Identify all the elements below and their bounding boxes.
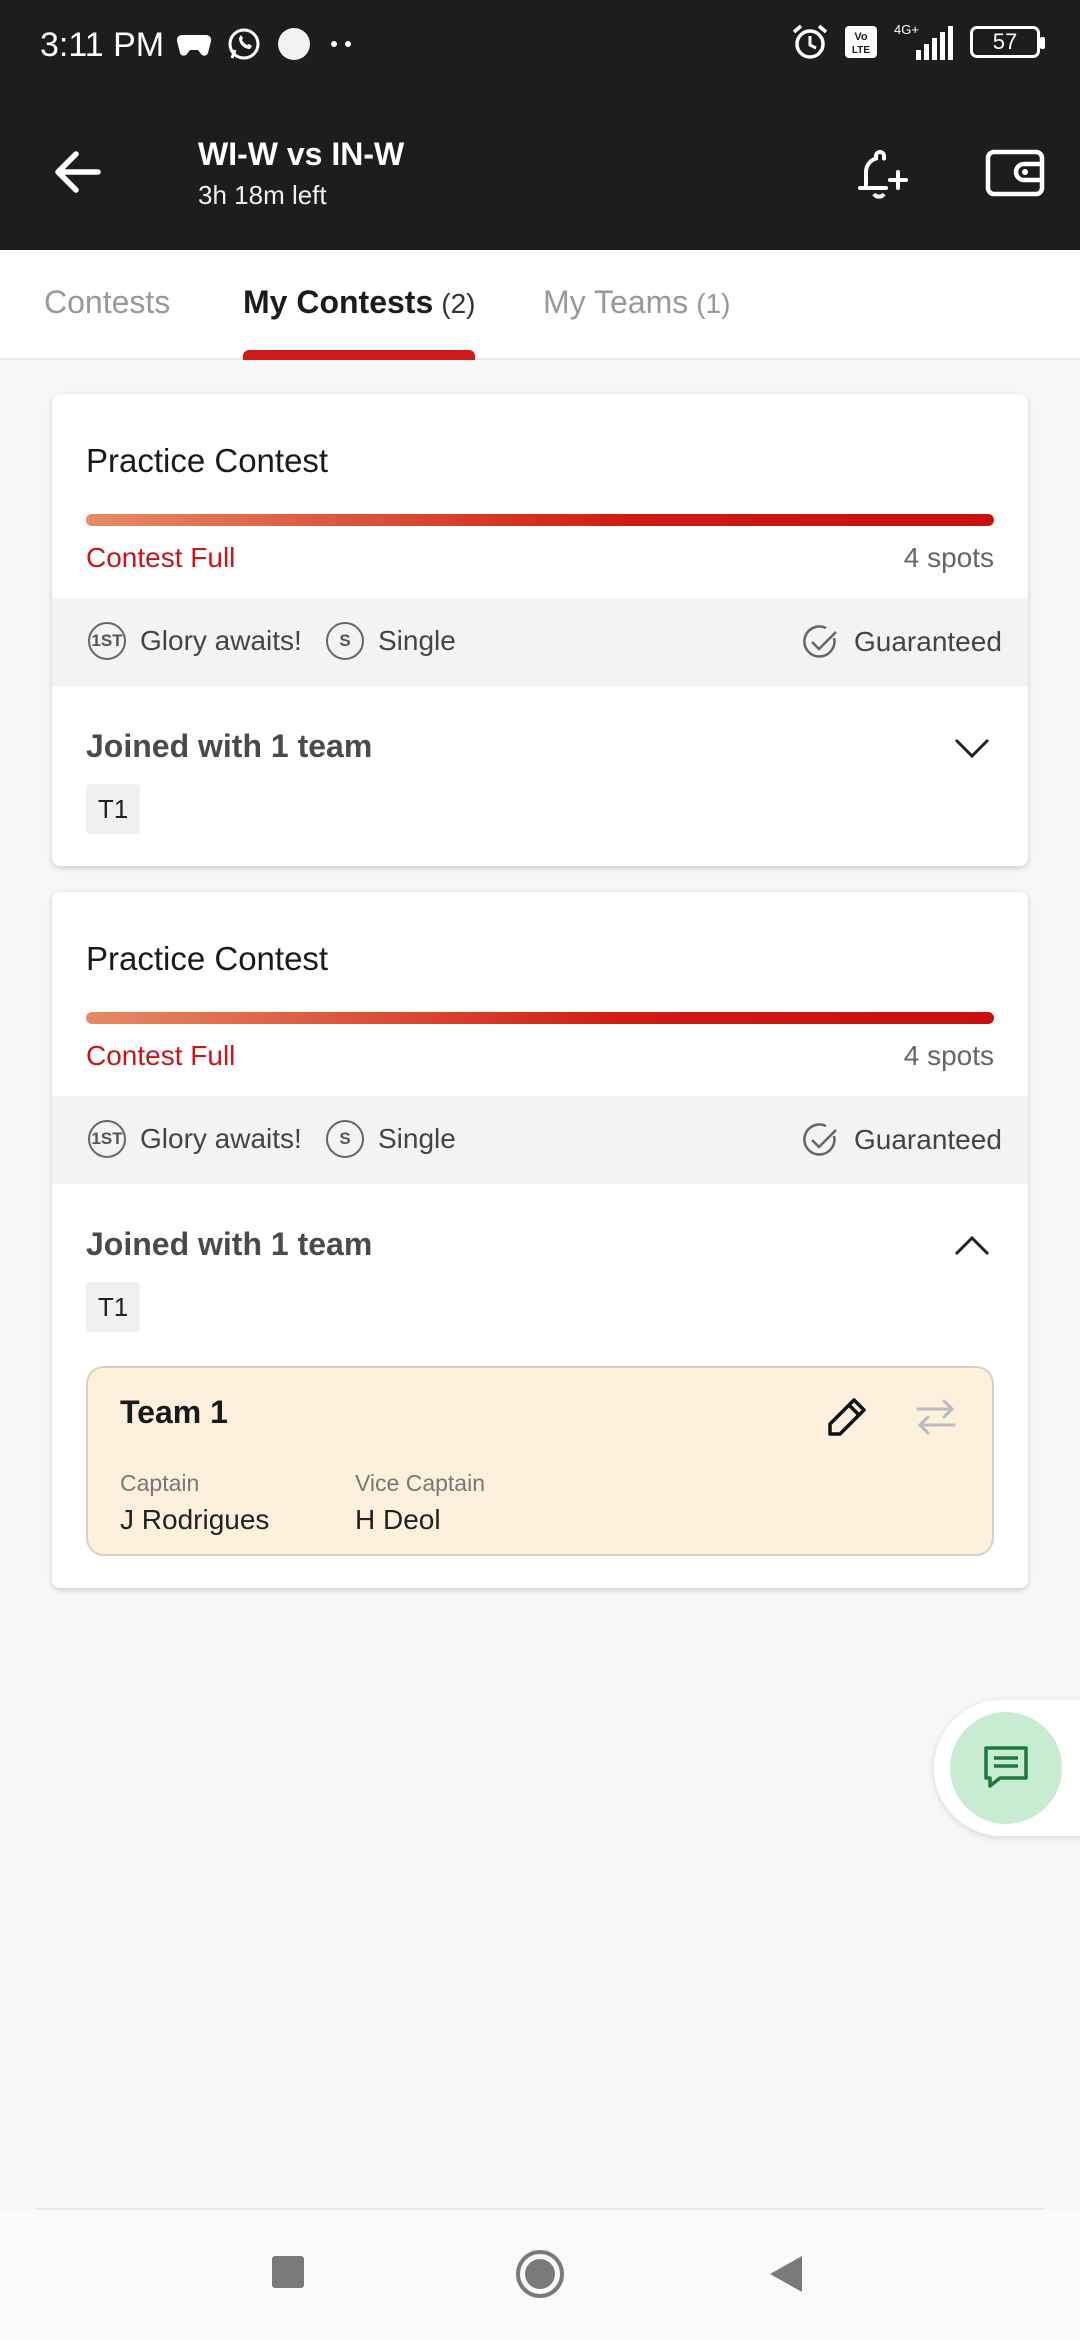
tab-label: My Teams [543, 284, 689, 320]
vice-captain-name: H Deol [355, 1504, 441, 1535]
system-status-icons: Vo LTE 4G+ 57 [790, 22, 1045, 62]
team-preview-card[interactable]: Team 1 Captain J Rodrigues Vice Captain … [86, 1366, 994, 1556]
entry-text: Single [378, 625, 456, 656]
circle-app-icon [278, 28, 310, 60]
entry-info[interactable]: S Single [326, 622, 456, 660]
contest-title: Practice Contest [86, 442, 329, 479]
joined-label: Joined with 1 team [86, 728, 373, 764]
contest-spots: 4 spots [903, 542, 994, 573]
team-chip[interactable]: T1 [86, 1282, 140, 1332]
contest-fill-progress [86, 514, 994, 526]
tab-count: (2) [441, 288, 476, 319]
contest-info-strip: 1ST Glory awaits! S Single Guaranteed [52, 1096, 1028, 1184]
contest-card[interactable]: Practice Contest Contest Full 4 spots 1S… [52, 892, 1028, 1588]
recents-square-icon[interactable] [270, 2254, 306, 2290]
svg-text:4G+: 4G+ [894, 22, 919, 37]
check-circle-icon [803, 625, 837, 658]
volte-icon: Vo LTE [845, 26, 877, 58]
chevron-down-icon[interactable] [952, 732, 992, 762]
back-arrow-icon[interactable] [46, 140, 110, 204]
app-header: WI-W vs IN-W 3h 18m left [0, 96, 1080, 250]
active-tab-indicator [243, 350, 475, 360]
bell-add-icon[interactable] [852, 142, 912, 206]
back-triangle-icon[interactable] [768, 2254, 804, 2294]
single-entry-icon: S [326, 1120, 364, 1158]
swap-icon[interactable] [914, 1394, 958, 1438]
guaranteed-text: Guaranteed [854, 626, 1002, 657]
signal-icon: 4G+ [894, 22, 953, 60]
first-place-icon: 1ST [88, 1120, 126, 1158]
svg-text:LTE: LTE [852, 45, 870, 56]
contest-title: Practice Contest [86, 940, 329, 977]
chevron-up-icon[interactable] [952, 1230, 992, 1260]
tab-my-teams[interactable]: My Teams (1) [543, 284, 730, 321]
tab-my-contests[interactable]: My Contests (2) [243, 284, 475, 321]
contest-card[interactable]: Practice Contest Contest Full 4 spots 1S… [52, 394, 1028, 866]
guaranteed-info[interactable]: Guaranteed [800, 1120, 1002, 1160]
contest-spots: 4 spots [903, 1040, 994, 1071]
prize-info[interactable]: 1ST Glory awaits! [88, 622, 302, 660]
captain-name: J Rodrigues [120, 1504, 270, 1535]
guaranteed-text: Guaranteed [854, 1124, 1002, 1155]
entry-text: Single [378, 1123, 456, 1154]
tab-label: My Contests [243, 284, 434, 320]
contest-info-strip: 1ST Glory awaits! S Single Guaranteed [52, 598, 1028, 686]
tab-count: (1) [696, 288, 731, 319]
first-place-icon: 1ST [88, 622, 126, 660]
team-name: Team 1 [120, 1394, 228, 1430]
vice-captain-label: Vice Captain [355, 1470, 485, 1496]
status-bar: 3:11 PM Vo LTE 4G+ 57 [0, 0, 1080, 96]
contest-fill-progress [86, 1012, 994, 1024]
home-circle-icon[interactable] [514, 2248, 566, 2300]
system-nav-bar [0, 2210, 1080, 2340]
prize-text: Glory awaits! [140, 625, 302, 656]
prize-info[interactable]: 1ST Glory awaits! [88, 1120, 302, 1158]
guaranteed-info[interactable]: Guaranteed [800, 622, 1002, 662]
tab-label: Contests [44, 284, 171, 320]
contest-status: Contest Full [86, 542, 236, 573]
status-time: 3:11 PM [40, 26, 165, 64]
captain-label: Captain [120, 1470, 200, 1496]
check-circle-icon [803, 1123, 837, 1156]
game-controller-icon [176, 34, 212, 56]
chat-icon [984, 1746, 1028, 1788]
pencil-edit-icon[interactable] [826, 1394, 870, 1438]
wallet-icon[interactable] [984, 144, 1046, 200]
prize-text: Glory awaits! [140, 1123, 302, 1154]
notification-icons [176, 26, 356, 62]
single-entry-icon: S [326, 622, 364, 660]
svg-text:Vo: Vo [854, 31, 868, 43]
alarm-icon [792, 24, 828, 59]
whatsapp-icon [228, 28, 260, 60]
battery-icon: 57 [970, 26, 1045, 58]
entry-info[interactable]: S Single [326, 1120, 456, 1158]
more-dots-icon [331, 41, 351, 47]
match-title: WI-W vs IN-W [198, 136, 405, 172]
team-chip[interactable]: T1 [86, 784, 140, 834]
joined-label: Joined with 1 team [86, 1226, 373, 1262]
time-left: 3h 18m left [198, 180, 327, 210]
tab-bar: Contests My Contests (2) My Teams (1) [0, 250, 1080, 360]
tab-contests[interactable]: Contests [44, 284, 170, 321]
battery-level: 57 [992, 29, 1018, 54]
contest-status: Contest Full [86, 1040, 236, 1071]
chat-button[interactable] [950, 1712, 1062, 1824]
